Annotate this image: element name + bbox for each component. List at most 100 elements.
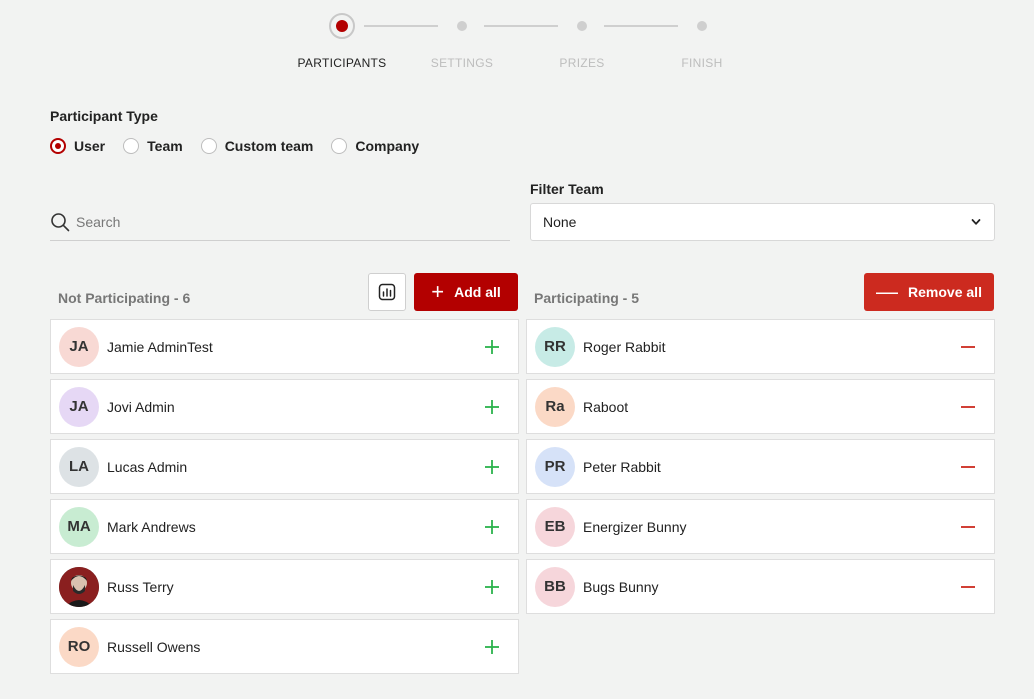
step-label-prizes: PRIZES: [559, 56, 605, 70]
avatar: BB: [535, 566, 575, 607]
plus-icon: [485, 579, 499, 594]
avatar-photo: [59, 566, 99, 607]
minus-icon: [961, 585, 975, 588]
list-item: MA Mark Andrews: [50, 499, 519, 554]
remove-participant-button[interactable]: [958, 457, 978, 477]
participant-name: Mark Andrews: [107, 518, 196, 535]
step-label-settings: SETTINGS: [430, 56, 494, 70]
radio-custom-team-circle[interactable]: [200, 138, 217, 154]
add-participant-button[interactable]: [482, 337, 502, 357]
remove-participant-button[interactable]: [958, 397, 978, 417]
step-connector: [484, 25, 558, 27]
list-item: Ra Raboot: [526, 379, 995, 434]
step-label-finish: FINISH: [681, 56, 723, 70]
list-item: BB Bugs Bunny: [526, 559, 995, 614]
participating-list: RR Roger Rabbit Ra Raboot PR Peter Rabbi…: [526, 319, 995, 619]
radio-user-label: User: [74, 138, 106, 154]
radio-company[interactable]: Company: [331, 138, 419, 154]
minus-icon: [961, 405, 975, 408]
participant-name: Jovi Admin: [107, 398, 175, 415]
plus-icon: +: [431, 279, 445, 304]
filter-team-value: None: [543, 214, 577, 230]
participant-name: Peter Rabbit: [583, 458, 661, 475]
participant-name: Raboot: [583, 398, 629, 415]
participant-name: Bugs Bunny: [583, 578, 659, 595]
participant-name: Russell Owens: [107, 638, 201, 655]
list-item: PR Peter Rabbit: [526, 439, 995, 494]
radio-team-circle[interactable]: [123, 138, 140, 154]
participant-name: Lucas Admin: [107, 458, 188, 475]
add-participant-button[interactable]: [482, 637, 502, 657]
chart-button[interactable]: [368, 273, 406, 311]
radio-company-label: Company: [355, 138, 420, 154]
participant-type-radio-group: User Team Custom team Company: [50, 138, 437, 154]
participant-name: Roger Rabbit: [583, 338, 666, 355]
step-finish-dot[interactable]: [697, 21, 707, 31]
plus-icon: [485, 399, 499, 414]
avatar: JA: [59, 386, 99, 427]
list-item: EB Energizer Bunny: [526, 499, 995, 554]
stepper: PARTICIPANTS SETTINGS PRIZES FINISH: [0, 0, 1034, 80]
add-participant-button[interactable]: [482, 517, 502, 537]
add-all-label: Add all: [454, 284, 501, 300]
step-connector: [604, 25, 678, 27]
avatar: JA: [59, 326, 99, 367]
plus-icon: [485, 639, 499, 654]
minus-icon: [961, 525, 975, 528]
radio-custom-team[interactable]: Custom team: [200, 138, 314, 154]
plus-icon: [485, 459, 499, 474]
minus-icon: [961, 465, 975, 468]
remove-all-button[interactable]: — Remove all: [864, 273, 994, 311]
participant-name: Jamie AdminTest: [107, 338, 213, 355]
step-label-participants: PARTICIPANTS: [297, 56, 387, 70]
remove-all-label: Remove all: [908, 284, 982, 300]
plus-icon: [485, 339, 499, 354]
step-prizes-dot[interactable]: [577, 21, 587, 31]
plus-icon: [485, 519, 499, 534]
step-settings-dot[interactable]: [457, 21, 467, 31]
add-participant-button[interactable]: [482, 457, 502, 477]
avatar: EB: [535, 506, 575, 547]
list-item: Russ Terry: [50, 559, 519, 614]
avatar: RR: [535, 326, 575, 367]
avatar: MA: [59, 506, 99, 547]
avatar: RO: [59, 626, 99, 667]
not-participating-title: Not Participating - 6: [58, 290, 191, 306]
list-item: LA Lucas Admin: [50, 439, 519, 494]
remove-participant-button[interactable]: [958, 337, 978, 357]
radio-user[interactable]: User: [50, 138, 105, 154]
search-icon: [51, 212, 70, 231]
not-participating-list: JA Jamie AdminTest JA Jovi Admin LA Luca…: [50, 319, 519, 679]
list-item: JA Jovi Admin: [50, 379, 519, 434]
search-input[interactable]: [76, 213, 476, 230]
remove-participant-button[interactable]: [958, 517, 978, 537]
list-item: RO Russell Owens: [50, 619, 519, 674]
step-participants-ring[interactable]: [329, 13, 355, 39]
participant-type-title: Participant Type: [50, 108, 158, 124]
radio-company-circle[interactable]: [331, 138, 348, 154]
participant-name: Russ Terry: [107, 578, 174, 595]
remove-participant-button[interactable]: [958, 577, 978, 597]
add-all-button[interactable]: + Add all: [414, 273, 518, 311]
filter-team-label: Filter Team: [530, 181, 604, 197]
minus-icon: —: [876, 279, 899, 304]
participating-title: Participating - 5: [534, 290, 640, 306]
radio-custom-team-label: Custom team: [224, 138, 314, 154]
radio-team-label: Team: [147, 138, 183, 154]
list-item: JA Jamie AdminTest: [50, 319, 519, 374]
avatar: Ra: [535, 386, 575, 427]
avatar: PR: [535, 446, 575, 487]
chevron-down-icon: [971, 219, 981, 225]
step-participants-dot: [336, 20, 348, 32]
radio-team[interactable]: Team: [123, 138, 183, 154]
participant-name: Energizer Bunny: [583, 518, 687, 535]
list-item: RR Roger Rabbit: [526, 319, 995, 374]
search-bar: [50, 203, 510, 241]
avatar: LA: [59, 446, 99, 487]
radio-user-circle[interactable]: [50, 138, 66, 154]
add-participant-button[interactable]: [482, 397, 502, 417]
minus-icon: [961, 345, 975, 348]
add-participant-button[interactable]: [482, 577, 502, 597]
user-photo-icon: [59, 566, 99, 607]
filter-team-select[interactable]: None: [530, 203, 995, 241]
